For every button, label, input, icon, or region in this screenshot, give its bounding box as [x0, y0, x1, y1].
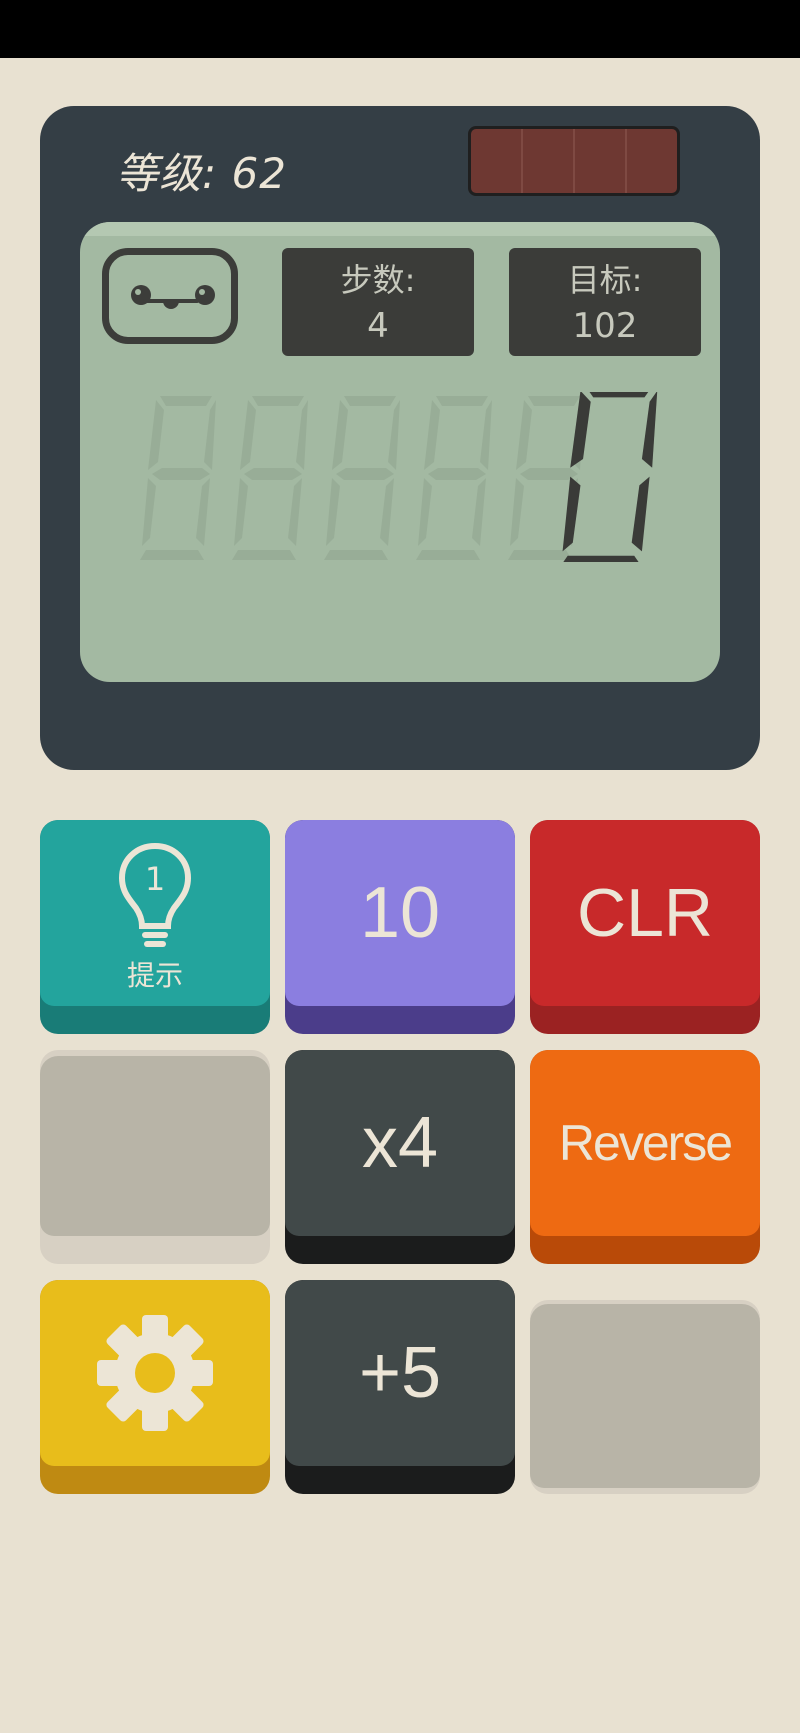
level-label: 等级: 62 [116, 149, 287, 198]
moves-box: 步数: 4 [282, 248, 474, 356]
solar-panel [468, 126, 680, 196]
status-bar [0, 0, 800, 58]
hint-count: 1 [144, 860, 166, 898]
empty-slot [530, 1300, 760, 1494]
active-digit [562, 392, 658, 562]
reverse-label: Reverse [558, 1115, 733, 1171]
hint-button[interactable]: 1 提示 [40, 820, 270, 1034]
goal-label: 目标: [567, 261, 643, 299]
empty-slot [40, 1050, 270, 1264]
moves-label: 步数: [340, 261, 416, 299]
moves-value: 4 [367, 306, 389, 346]
screen-bevel [80, 222, 720, 236]
add-ten-button[interactable]: 10 [285, 820, 515, 1034]
mouth [163, 299, 179, 309]
calculator-body: 等级: 62 步数: 4 目标: 102 [40, 106, 760, 770]
solar-cell [523, 129, 575, 193]
hint-label: 提示 [126, 959, 183, 992]
clear-label: CLR [576, 875, 714, 951]
solar-cell [471, 129, 523, 193]
goal-box: 目标: 102 [509, 248, 701, 356]
clear-button[interactable]: CLR [530, 820, 760, 1034]
multiply-four-label: x4 [361, 1103, 439, 1183]
reverse-button[interactable]: Reverse [530, 1050, 760, 1264]
settings-button[interactable] [40, 1280, 270, 1494]
solar-cell [575, 129, 627, 193]
solar-cell [627, 129, 677, 193]
gear-icon [97, 1315, 213, 1431]
goal-value: 102 [572, 306, 638, 346]
lcd-screen: 步数: 4 目标: 102 [80, 222, 720, 682]
add-five-label: +5 [358, 1333, 442, 1413]
smiley-face-icon [102, 248, 238, 344]
add-ten-label: 10 [359, 873, 441, 953]
multiply-four-button[interactable]: x4 [285, 1050, 515, 1264]
add-five-button[interactable]: +5 [285, 1280, 515, 1494]
seven-segment-display [140, 392, 658, 562]
